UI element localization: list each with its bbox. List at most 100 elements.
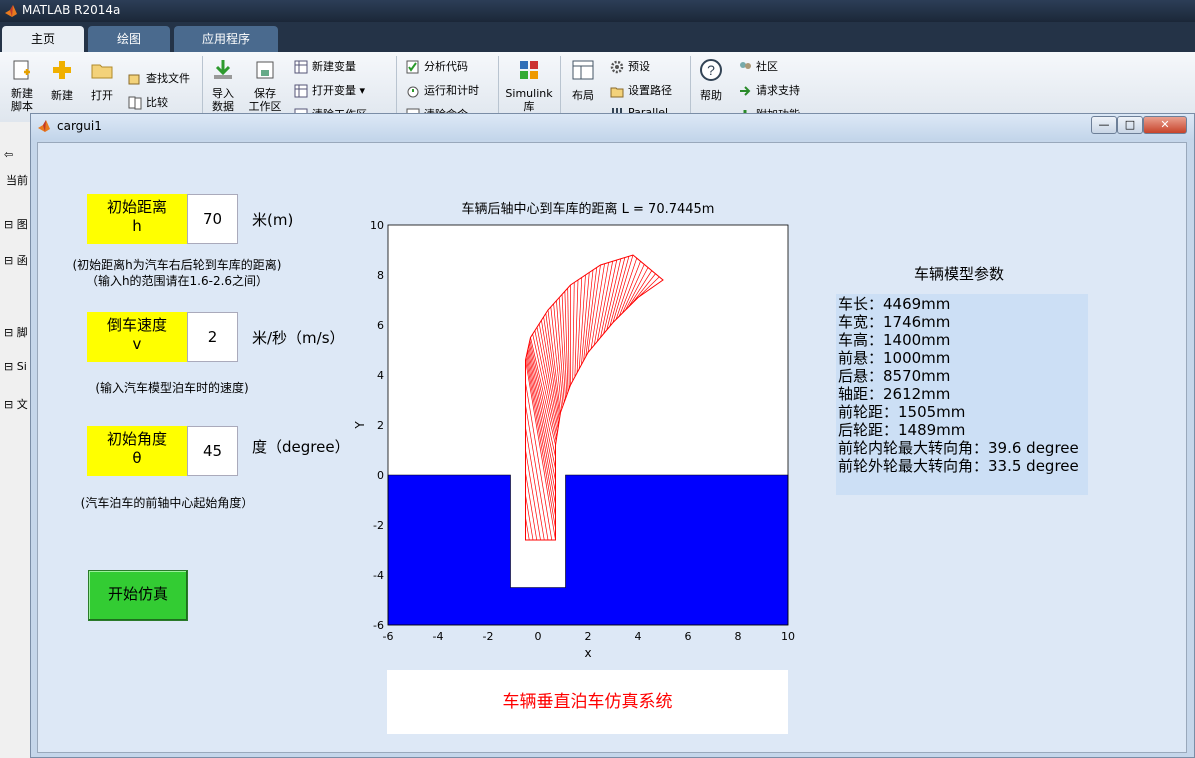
open-variable-button[interactable]: 打开变量 ▾ [294,82,365,98]
x-tick-label: 8 [735,630,742,643]
param-line: 后悬：8570mm [838,367,951,385]
ribbon-divider [690,56,691,118]
distance-input[interactable]: 70 [187,194,238,244]
maximize-button[interactable]: □ [1117,116,1143,134]
y-tick-label: 6 [377,319,384,332]
angle-unit: 度（degree） [252,438,350,456]
layout-button[interactable]: 布局 [566,58,600,103]
tab-home[interactable]: 主页 [2,26,84,52]
start-simulation-button[interactable]: 开始仿真 [88,570,188,621]
set-path-icon [610,87,624,98]
community-button[interactable]: 社区 [738,58,778,74]
ground-region [387,474,789,626]
import-icon [214,60,232,79]
back-arrow-icon[interactable]: ⇦ [4,148,13,161]
svg-text:?: ? [707,62,715,78]
new-variable-icon [294,60,308,74]
new-button[interactable]: 新建 [44,58,80,103]
x-tick-label: 0 [535,630,542,643]
angle-label: 初始角度 θ [87,426,187,476]
param-line: 轴距：2612mm [838,385,951,403]
app-title: MATLAB R2014a [22,3,121,17]
tree-item[interactable]: ⊟ 文 [4,396,28,412]
compare-label: 比较 [146,96,168,109]
ribbon-divider [560,56,561,118]
speed-input[interactable]: 2 [187,312,238,362]
save-workspace-button[interactable]: 保存 工作区 [246,58,284,113]
ribbon-divider [498,56,499,118]
matlab-logo-icon [5,5,17,17]
x-tick-label: 4 [635,630,642,643]
minimize-button[interactable]: — [1091,116,1117,134]
open-label: 打开 [91,89,113,102]
set-path-label: 设置路径 [628,84,672,97]
community-icon [740,62,751,69]
open-button[interactable]: 打开 [84,58,120,103]
tree-item[interactable]: ⊟ 脚 [4,324,28,340]
new-variable-button[interactable]: 新建变量 [294,58,356,74]
import-data-label: 导入 数据 [212,87,234,113]
figure-window: cargui1 — □ ✕ 初始距离 h 70 米(m) (初始距离h为汽车右后… [30,113,1195,758]
y-tick-label: 8 [377,269,384,282]
new-variable-label: 新建变量 [312,60,356,73]
tab-apps[interactable]: 应用程序 [174,26,278,52]
y-tick-label: 10 [370,219,384,232]
y-tick-label: 0 [377,469,384,482]
save-icon [256,61,274,79]
distance-note: (初始距离h为汽车右后轮到车库的距离) （输入h的范围请在1.6-2.6之间） [72,258,282,288]
parking-plot: 车辆后轴中心到车库的距离 L = 70.7445m -6 -4 -2 0 2 4 6 8 10 -… [353,201,795,660]
run-and-time-label: 运行和计时 [424,84,479,97]
close-button[interactable]: ✕ [1143,116,1187,134]
param-line: 车长：4469mm [838,295,951,313]
find-files-button[interactable]: 查找文件 [128,70,190,86]
y-tick-label: -6 [373,619,384,632]
x-tick-label: -2 [483,630,494,643]
simulink-button[interactable]: Simulink 库 [504,58,554,113]
figure-title-bar[interactable]: cargui1 — □ ✕ [31,114,1194,140]
tab-plots[interactable]: 绘图 [88,26,170,52]
layout-icon [572,60,594,80]
request-support-button[interactable]: 请求支持 [738,82,800,98]
figure-title: cargui1 [57,119,102,133]
set-path-button[interactable]: 设置路径 [610,82,672,98]
param-line: 前轮内轮最大转向角：39.6 degree [838,439,1079,457]
new-script-button[interactable]: 新建 脚本 [4,58,40,113]
param-line: 前轮距：1505mm [838,403,966,421]
x-tick-label: 10 [781,630,795,643]
analyze-code-icon [406,60,419,74]
angle-note: (汽车泊车的前轴中心起始角度） [80,496,254,510]
x-tick-label: 2 [585,630,592,643]
import-data-button[interactable]: 导入 数据 [206,58,240,113]
save-workspace-label: 保存 工作区 [248,87,282,113]
simulink-icon [520,61,538,79]
tab-bar: 主页 绘图 应用程序 [0,22,1195,52]
chart-title: 车辆后轴中心到车库的距离 L = 70.7445m [462,201,715,217]
distance-label: 初始距离 h [87,194,187,244]
matlab-title-bar: MATLAB R2014a [0,0,1195,22]
preferences-label: 预设 [628,60,650,73]
run-and-time-icon [407,86,419,98]
tree-item[interactable]: ⊟ 函 [4,252,28,268]
x-axis-label: x [584,646,591,660]
analyze-code-button[interactable]: 分析代码 [406,58,468,74]
distance-unit: 米(m) [252,211,294,229]
plus-icon [53,61,71,79]
compare-icon [128,96,142,110]
y-tick-label: 4 [377,369,384,382]
analyze-code-label: 分析代码 [424,60,468,73]
figure-canvas: 初始距离 h 70 米(m) (初始距离h为汽车右后轮到车库的距离) （输入h的… [37,142,1187,753]
new-label: 新建 [51,89,73,102]
help-label: 帮助 [700,89,722,102]
preferences-button[interactable]: 预设 [610,58,650,74]
tree-item[interactable]: ⊟ 图 [4,216,28,232]
y-tick-label: -4 [373,569,384,582]
run-and-time-button[interactable]: 运行和计时 [406,82,479,98]
new-script-label: 新建 脚本 [11,87,33,113]
y-tick-label: 2 [377,419,384,432]
compare-button[interactable]: 比较 [128,94,168,110]
tree-item[interactable]: ⊟ Si [4,360,27,373]
param-line: 车宽：1746mm [838,313,951,331]
help-button[interactable]: ? 帮助 [694,58,728,103]
request-support-icon [740,86,751,96]
angle-input[interactable]: 45 [187,426,238,476]
